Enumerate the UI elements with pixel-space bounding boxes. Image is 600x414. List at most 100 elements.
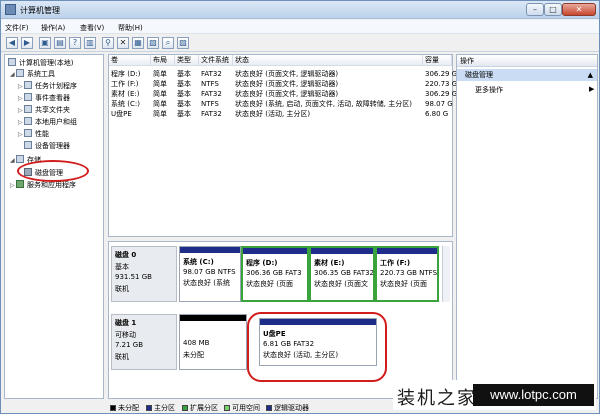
navigation-tree: 计算机管理(本地) ◢ 系统工具 ▷ 任务计划程序 ▷ 事件查看器 ▷ 共享文件夹 ▷ 本…: [4, 54, 104, 399]
services-icon: [16, 180, 24, 188]
tree-item-event-viewer[interactable]: ▷ 事件查看器: [18, 93, 70, 103]
menu-help[interactable]: 帮助(H): [118, 23, 143, 33]
partition-name: 素材 (E:): [314, 259, 345, 267]
legend-item: 可用空间: [224, 403, 260, 413]
disk-0-size: 931.51 GB: [115, 273, 152, 281]
chevron-right-icon[interactable]: ▶: [589, 85, 594, 93]
event-icon: [24, 93, 32, 101]
column-header-capacity[interactable]: 容量: [423, 55, 452, 66]
menu-bar: 文件(F) 操作(A) 查看(V) 帮助(H): [1, 20, 599, 34]
volume-capacity: 6.80 G: [425, 110, 449, 118]
column-header-filesystem[interactable]: 文件系统: [199, 55, 233, 66]
legend-swatch: [146, 405, 152, 411]
column-header-volume[interactable]: 卷: [109, 55, 151, 66]
partition-size: 408 MB: [183, 339, 210, 347]
partition-status: 未分配: [183, 351, 204, 359]
computer-management-window: 计算机管理 – □ ✕ 文件(F) 操作(A) 查看(V) 帮助(H) ◀ ▶ …: [0, 0, 600, 414]
volume-type: 基本: [177, 70, 191, 78]
search-icon[interactable]: ⌕: [162, 37, 174, 49]
partition-c[interactable]: 系统 (C:) 98.07 GB NTFS 状态良好 (系统: [179, 246, 241, 302]
tree-item-system-tools[interactable]: ◢ 系统工具: [10, 69, 55, 79]
computer-icon: [8, 58, 16, 66]
partition-size: 220.73 GB NTFS: [380, 269, 438, 277]
column-header-type[interactable]: 类型: [175, 55, 199, 66]
tree-item-local-users[interactable]: ▷ 本地用户和组: [18, 117, 77, 127]
actions-disk-management[interactable]: 磁盘管理 ▲: [457, 69, 597, 81]
partition-name: 系统 (C:): [183, 258, 214, 266]
volume-filesystem: FAT32: [201, 90, 222, 98]
logical-drive-bar: [243, 248, 307, 254]
table-row[interactable]: 程序 (D:) 简单 基本 FAT32 状态良好 (页面文件, 逻辑驱动器) 3…: [109, 69, 457, 79]
volume-status: 状态良好 (页面文件, 逻辑驱动器): [235, 90, 339, 98]
properties-icon[interactable]: ▤: [54, 37, 66, 49]
collapse-icon[interactable]: ▲: [588, 69, 593, 81]
menu-action[interactable]: 操作(A): [41, 23, 65, 33]
legend-item: 逻辑驱动器: [266, 403, 309, 413]
partition-d[interactable]: 程序 (D:) 306.36 GB FAT3 状态良好 (页面: [241, 246, 309, 302]
legend-swatch: [110, 405, 116, 411]
partition-e[interactable]: 素材 (E:) 306.35 GB FAT32 状态良好 (页面文: [309, 246, 375, 302]
disk-1-type: 可移动: [115, 331, 136, 339]
table-row[interactable]: 系统 (C:) 简单 基本 NTFS 状态良好 (系统, 启动, 页面文件, 活…: [109, 99, 453, 109]
settings-icon[interactable]: ▨: [177, 37, 189, 49]
refresh-icon[interactable]: ⚲: [102, 37, 114, 49]
scrollbar[interactable]: [442, 246, 450, 302]
legend-swatch: [224, 405, 230, 411]
partition-f[interactable]: 工作 (F:) 220.73 GB NTFS 状态良好 (页面: [375, 246, 439, 302]
menu-file[interactable]: 文件(F): [5, 23, 29, 33]
tree-item-local[interactable]: 计算机管理(本地): [8, 58, 73, 68]
minimize-button[interactable]: –: [526, 3, 544, 16]
forward-icon[interactable]: ▶: [21, 37, 33, 49]
legend-item: 扩展分区: [182, 403, 218, 413]
column-header-status[interactable]: 状态: [233, 55, 423, 66]
delete-icon[interactable]: ✕: [117, 37, 129, 49]
export-icon[interactable]: ▧: [147, 37, 159, 49]
up-icon[interactable]: ▣: [39, 37, 51, 49]
volume-name: 程序 (D:): [111, 70, 141, 78]
partition-size: 306.35 GB FAT32: [314, 269, 374, 277]
help-icon[interactable]: ?: [69, 37, 81, 49]
storage-icon: [16, 155, 24, 163]
disk-0-label[interactable]: 磁盘 0 基本 931.51 GB 联机: [111, 246, 177, 302]
volume-capacity: 306.29 G: [425, 70, 458, 78]
show-hide-pane-icon[interactable]: ▥: [84, 37, 96, 49]
tree-item-task-scheduler[interactable]: ▷ 任务计划程序: [18, 81, 77, 91]
logical-drive-bar: [377, 248, 437, 254]
partition-status: 状态良好 (系统: [183, 279, 230, 287]
volume-status: 状态良好 (活动, 主分区): [235, 110, 311, 118]
title-bar: 计算机管理 – □ ✕: [1, 1, 599, 19]
tree-item-performance[interactable]: ▷ 性能: [18, 129, 49, 139]
maximize-button[interactable]: □: [544, 3, 562, 16]
partition-status: 状态良好 (页面: [380, 280, 427, 288]
users-icon: [24, 117, 32, 125]
close-button[interactable]: ✕: [562, 3, 596, 16]
watermark: 装机之家 www.lotpc.com: [393, 380, 596, 410]
menu-view[interactable]: 查看(V): [80, 23, 104, 33]
computer-management-icon: [5, 4, 16, 15]
disk-1-label[interactable]: 磁盘 1 可移动 7.21 GB 联机: [111, 314, 177, 370]
unallocated-space[interactable]: 408 MB 未分配: [179, 314, 247, 370]
volume-layout: 简单: [153, 110, 167, 118]
volume-layout: 简单: [153, 100, 167, 108]
table-row[interactable]: 工作 (F:) 简单 基本 NTFS 状态良好 (页面文件, 逻辑驱动器) 22…: [109, 79, 457, 89]
column-header-layout[interactable]: 布局: [151, 55, 175, 66]
tree-item-shared-folders[interactable]: ▷ 共享文件夹: [18, 105, 70, 115]
primary-partition-bar: [180, 247, 240, 253]
folder-icon: [24, 105, 32, 113]
table-row[interactable]: 素材 (E:) 简单 基本 FAT32 状态良好 (页面文件, 逻辑驱动器) 3…: [109, 89, 457, 99]
volume-name: U盘PE: [111, 110, 132, 118]
volume-status: 状态良好 (系统, 启动, 页面文件, 活动, 故障转储, 主分区): [235, 100, 412, 108]
table-row[interactable]: U盘PE 简单 基本 FAT32 状态良好 (活动, 主分区) 6.80 G: [109, 109, 452, 119]
volume-layout: 简单: [153, 90, 167, 98]
tree-item-device-manager[interactable]: 设备管理器: [24, 141, 70, 151]
volume-name: 系统 (C:): [111, 100, 140, 108]
volume-layout: 简单: [153, 80, 167, 88]
volume-name: 工作 (F:): [111, 80, 139, 88]
volume-type: 基本: [177, 90, 191, 98]
volume-status: 状态良好 (页面文件, 逻辑驱动器): [235, 80, 339, 88]
more-actions-link[interactable]: 更多操作: [475, 85, 503, 95]
partition-size: 306.36 GB FAT3: [246, 269, 302, 277]
open-icon[interactable]: ▦: [132, 37, 144, 49]
volume-status: 状态良好 (页面文件, 逻辑驱动器): [235, 70, 339, 78]
back-icon[interactable]: ◀: [6, 37, 18, 49]
